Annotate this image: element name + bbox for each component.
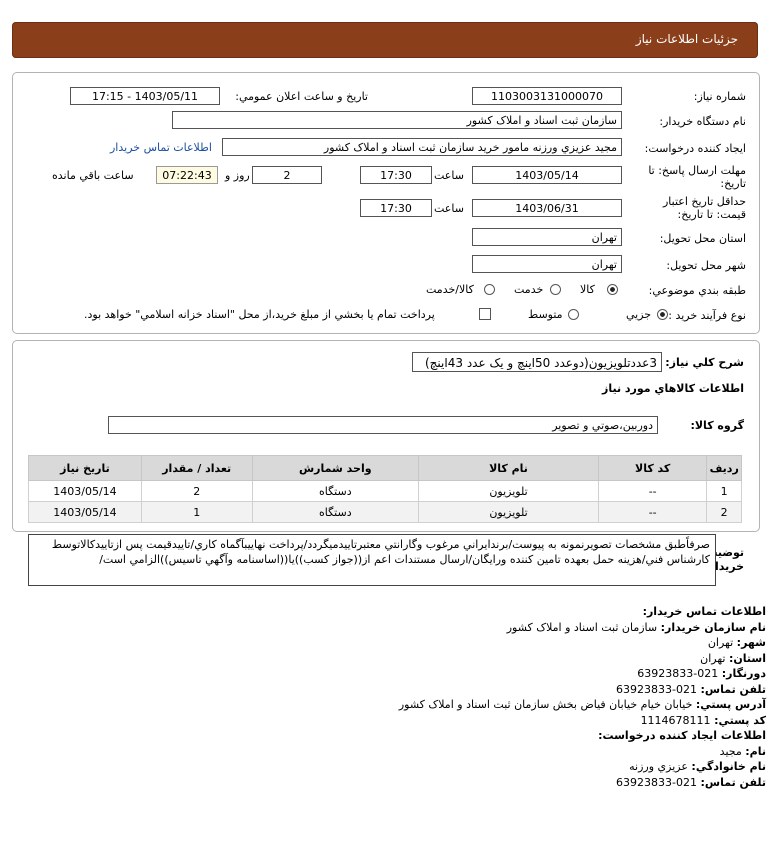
page-title: جزئيات اطلاعات نياز bbox=[635, 32, 738, 46]
need-number-field: 1103003131000070 bbox=[472, 87, 622, 105]
deadline-label-line1: مهلت ارسال پاسخ: تا bbox=[648, 164, 746, 177]
buyer-label: نام دستگاه خريدار: bbox=[659, 115, 746, 128]
col-name-header: نام کالا bbox=[418, 455, 599, 481]
item-date: 1403/05/14 bbox=[28, 480, 142, 502]
summary-label: شرح کلي نياز: bbox=[665, 356, 744, 369]
contact-phone: تلفن تماس: 021-63923833 bbox=[616, 682, 766, 696]
city-field: تهران bbox=[472, 255, 622, 273]
contact-province: استان: تهران bbox=[700, 651, 766, 665]
treasury-checkbox[interactable] bbox=[479, 308, 491, 320]
deadline-days-label: روز و bbox=[225, 169, 250, 182]
goods-table: رديف کد کالا نام کالا واحد شمارش تعداد /… bbox=[28, 455, 742, 523]
process-medium-radio[interactable] bbox=[568, 309, 579, 320]
row-index: 1 bbox=[706, 480, 742, 502]
item-quantity: 2 bbox=[140, 480, 253, 502]
item-unit: دستگاه bbox=[251, 480, 420, 502]
item-code: -- bbox=[597, 501, 708, 523]
table-row: 2 -- تلويزيون دستگاه 1 1403/05/14 bbox=[28, 501, 742, 523]
validity-label-line2: قيمت: تا تاريخ: bbox=[677, 208, 746, 221]
announce-field: 1403/05/11 - 17:15 bbox=[70, 87, 220, 105]
creator-phone: تلفن تماس: 021-63923833 bbox=[616, 775, 766, 789]
item-quantity: 1 bbox=[140, 501, 253, 523]
category-service-label: خدمت bbox=[514, 283, 544, 296]
contact-title: اطلاعات تماس خريدار: bbox=[642, 605, 766, 618]
goods-group-field: دوربين،صوتي و تصوير bbox=[108, 416, 658, 434]
deadline-days-field: 2 bbox=[252, 166, 322, 184]
validity-date-field: 1403/06/31 bbox=[472, 199, 622, 217]
category-label: طبقه بندي موضوعي: bbox=[648, 284, 746, 297]
deadline-date-field: 1403/05/14 bbox=[472, 166, 622, 184]
col-date-header: تاريخ نياز bbox=[28, 455, 142, 481]
validity-time-label: ساعت bbox=[434, 202, 464, 215]
col-row-header: رديف bbox=[706, 455, 742, 481]
contact-fax: دورنگار: 021-63923833 bbox=[637, 667, 766, 680]
need-number-label: شماره نياز: bbox=[693, 90, 746, 103]
creator-name: نام: مجيد bbox=[719, 744, 766, 758]
item-unit: دستگاه bbox=[251, 501, 420, 523]
contact-org: نام سازمان خريدار: سازمان ثبت اسناد و ام… bbox=[506, 620, 766, 634]
contact-address: آدرس پستي: خيابان خيام خيابان فياض بخش س… bbox=[398, 698, 766, 711]
deadline-time-field: 17:30 bbox=[360, 166, 432, 184]
category-service-radio[interactable] bbox=[550, 284, 561, 295]
deadline-label-line2: تاريخ: bbox=[720, 177, 746, 190]
col-qty-header: تعداد / مقدار bbox=[140, 455, 253, 481]
process-minor-radio[interactable] bbox=[657, 309, 668, 320]
creator-family: نام خانوادگي: عزيزي ورزنه bbox=[629, 760, 766, 773]
buyer-field: سازمان ثبت اسناد و املاک کشور bbox=[172, 111, 622, 129]
creator-title: اطلاعات ايجاد کننده درخواست: bbox=[598, 729, 766, 742]
remaining-time-field: 07:22:43 bbox=[156, 166, 218, 184]
table-row: 1 -- تلويزيون دستگاه 2 1403/05/14 bbox=[28, 480, 742, 502]
process-minor-label: جزيي bbox=[626, 308, 652, 321]
category-goods-service-label: کالا/خدمت bbox=[426, 283, 474, 296]
deadline-time-label: ساعت bbox=[434, 169, 464, 182]
category-goods-service-radio[interactable] bbox=[484, 284, 495, 295]
province-label: استان محل تحويل: bbox=[659, 232, 746, 245]
creator-label: ايجاد کننده درخواست: bbox=[644, 142, 746, 155]
buyer-notes-field: صرفاًطبق مشخصات تصويرنمونه به پيوست/برند… bbox=[28, 534, 716, 586]
process-label: نوع فرآيند خريد : bbox=[668, 309, 746, 322]
announce-label: تاريخ و ساعت اعلان عمومي: bbox=[235, 90, 368, 103]
category-goods-radio[interactable] bbox=[607, 284, 618, 295]
col-code-header: کد کالا bbox=[597, 455, 708, 481]
contact-city: شهر: تهران bbox=[707, 636, 766, 649]
item-date: 1403/05/14 bbox=[28, 501, 142, 523]
summary-field: 3عددتلويزيون(دوعدد 50اينچ و يک عدد 43اين… bbox=[412, 352, 662, 372]
item-code: -- bbox=[597, 480, 708, 502]
validity-label-line1: حداقل تاريخ اعتبار bbox=[662, 195, 746, 208]
remaining-time-label: ساعت باقي مانده bbox=[52, 169, 134, 182]
province-field: تهران bbox=[472, 228, 622, 246]
goods-table-header-row: رديف کد کالا نام کالا واحد شمارش تعداد /… bbox=[28, 455, 742, 481]
goods-group-label: گروه کالا: bbox=[690, 419, 744, 432]
item-name: تلويزيون bbox=[418, 480, 599, 502]
city-label: شهر محل تحويل: bbox=[666, 259, 746, 272]
contact-section: اطلاعات تماس خريدار: نام سازمان خريدار: … bbox=[6, 604, 766, 790]
buyer-contact-link[interactable]: اطلاعات تماس خريدار bbox=[110, 141, 212, 154]
row-index: 2 bbox=[706, 501, 742, 523]
validity-time-field: 17:30 bbox=[360, 199, 432, 217]
item-name: تلويزيون bbox=[418, 501, 599, 523]
treasury-checkbox-label: پرداخت تمام يا بخشي از مبلغ خريد،از محل … bbox=[84, 308, 435, 321]
goods-info-title: اطلاعات کالاهاي مورد نياز bbox=[602, 382, 744, 395]
process-medium-label: متوسط bbox=[528, 308, 563, 321]
page-header: جزئيات اطلاعات نياز bbox=[12, 22, 758, 58]
category-goods-label: کالا bbox=[580, 283, 595, 296]
col-unit-header: واحد شمارش bbox=[251, 455, 420, 481]
creator-field: مجيد عزيزي ورزنه مامور خريد سازمان ثبت ا… bbox=[222, 138, 622, 156]
contact-postal: کد پستي: 1114678111 bbox=[640, 713, 766, 727]
